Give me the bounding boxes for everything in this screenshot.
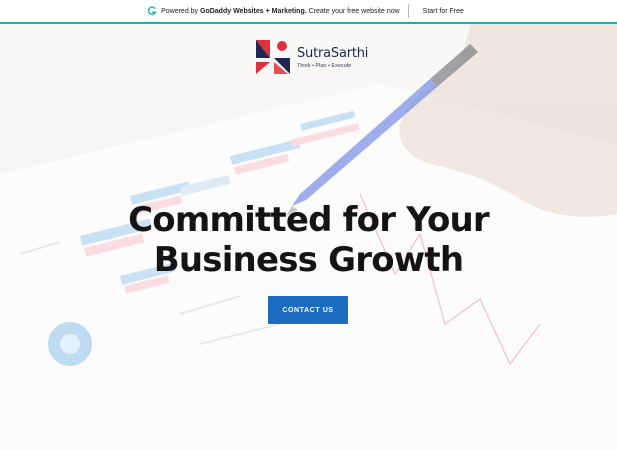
banner-text-suffix[interactable]: Create your free website now [309,8,400,15]
logo-name: SutraSarthi [297,45,369,61]
hero-headline-line-2: Business Growth [153,240,464,280]
banner-divider [407,4,409,18]
banner-text: Powered by GoDaddy Websites + Marketing.… [161,8,400,15]
contact-us-button[interactable]: CONTACT US [268,296,348,324]
banner-text-brand: GoDaddy Websites + Marketing. [200,7,307,15]
promo-banner: Powered by GoDaddy Websites + Marketing.… [0,0,617,24]
godaddy-logo-icon [148,6,157,15]
banner-text-prefix: Powered by [161,7,199,15]
sutrasarthi-logo-mark-icon [256,40,290,74]
start-for-free-link[interactable]: Start for Free [417,6,470,17]
hero-headline: Committed for Your Business Growth [0,200,617,280]
hero-headline-line-1: Committed for Your [128,200,490,240]
site-logo[interactable]: SutraSarthi Think • Plan • Execute [254,37,384,77]
logo-tagline: Think • Plan • Execute [297,62,352,69]
hero-section: SutraSarthi Think • Plan • Execute Commi… [0,24,617,450]
